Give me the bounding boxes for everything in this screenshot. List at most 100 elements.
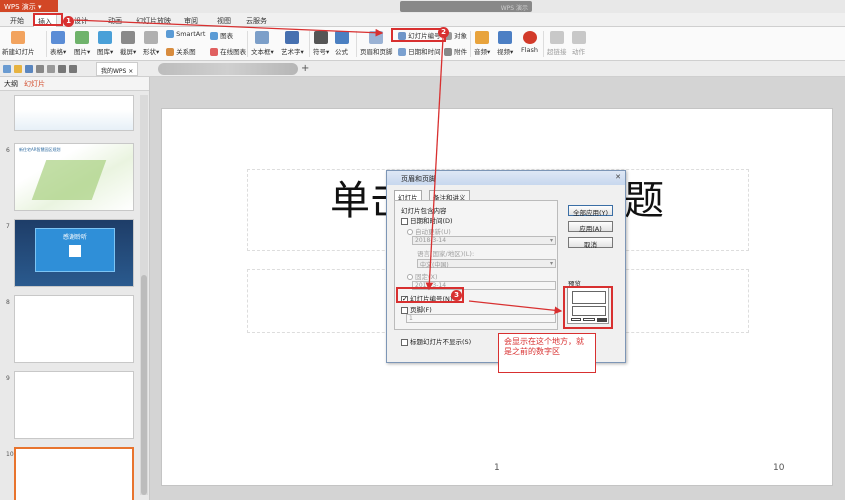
slide-thumbnail[interactable] [14, 295, 134, 363]
formula-button[interactable]: 公式 [335, 31, 349, 56]
attachment-label: 附件 [454, 48, 468, 56]
hyperlink-button[interactable]: 超链接 [547, 31, 567, 56]
document-tab-blurred[interactable] [158, 63, 298, 75]
smartart-icon [166, 30, 174, 38]
new-slide-button[interactable]: 新建幻灯片 [2, 31, 35, 56]
slide-number: 8 [6, 299, 10, 306]
datetime-button[interactable]: 日期和时间 [398, 46, 441, 56]
scrollbar-thumb[interactable] [141, 275, 147, 495]
online-chart-icon [210, 48, 218, 56]
datetime-label: 日期和时间 [408, 48, 441, 56]
my-wps-tab[interactable]: 我的WPS × [96, 62, 139, 76]
step-badge-2: 2 [438, 27, 449, 38]
app-menu-label: WPS 演示 [4, 3, 36, 11]
add-tab-icon[interactable]: + [301, 63, 311, 74]
online-chart-label: 在线图表 [220, 48, 247, 56]
audio-button[interactable]: 音频▾ [474, 31, 490, 56]
redo-icon[interactable] [69, 65, 77, 73]
tab-animation[interactable]: 动画 [104, 14, 126, 27]
sidebar-scrollbar[interactable] [140, 95, 148, 495]
screenshot-label: 截屏 [120, 48, 133, 56]
tab-home[interactable]: 开始 [6, 14, 28, 27]
tab-outline[interactable]: 大纲 [4, 80, 18, 88]
open-folder-icon[interactable] [14, 65, 22, 73]
new-file-icon[interactable] [3, 65, 11, 73]
preview-icon[interactable] [47, 65, 55, 73]
fixed-radio-dot[interactable] [407, 274, 413, 280]
app-menu-button[interactable]: WPS 演示 ▾ [0, 0, 58, 12]
slide-number: 6 [6, 147, 10, 154]
cancel-button[interactable]: 取消 [568, 237, 613, 249]
slide-thumbnail[interactable]: 感谢聆听 [14, 219, 134, 287]
gallery-button[interactable]: 图库▾ [97, 31, 113, 56]
print-icon[interactable] [36, 65, 44, 73]
hide-on-title-check[interactable] [401, 338, 408, 346]
language-select[interactable]: 中文(中国) [417, 259, 556, 269]
fixed-label: 固定(X) [415, 273, 438, 281]
slide-thumbnail-selected[interactable] [14, 447, 134, 500]
slide-number: 10 [6, 451, 14, 458]
hide-on-title-label: 标题幻灯片不显示(S) [410, 338, 472, 346]
flash-button[interactable]: Flash [521, 31, 538, 54]
slide-thumbnail[interactable] [14, 371, 134, 439]
textbox-button[interactable]: 文本框▾ [251, 31, 274, 56]
audio-icon [475, 31, 490, 44]
window-title: WPS 演示 [400, 1, 532, 12]
ribbon-separator [247, 31, 248, 57]
footer-input[interactable]: 1 [406, 314, 556, 323]
screenshot-button[interactable]: 截屏▾ [120, 31, 136, 56]
action-button[interactable]: 动作 [572, 31, 586, 56]
apply-all-button[interactable]: 全部应用(Y) [568, 205, 613, 217]
hyperlink-label: 超链接 [547, 48, 567, 56]
object-label: 对象 [454, 32, 468, 40]
ribbon-separator [470, 31, 471, 57]
smartart-button[interactable]: SmartArt [166, 30, 205, 38]
apply-button[interactable]: 应用(A) [568, 221, 613, 233]
slide-thumbnail[interactable] [14, 95, 134, 131]
tab-cloud[interactable]: 云服务 [242, 14, 271, 27]
footer-check-label: 页脚(F) [410, 306, 432, 314]
header-footer-button[interactable]: 页眉和页脚 [360, 31, 393, 56]
table-label: 表格 [50, 48, 63, 56]
formula-label: 公式 [335, 48, 348, 56]
fixed-radio[interactable]: 固定(X) [407, 271, 438, 281]
symbol-icon [314, 31, 329, 44]
shapes-button[interactable]: 形状▾ [143, 31, 159, 56]
wordart-button[interactable]: 艺术字▾ [281, 31, 304, 56]
tab-review[interactable]: 审阅 [180, 14, 202, 27]
auto-update-label: 自动更新(U) [415, 228, 451, 236]
picture-button[interactable]: 图片▾ [74, 31, 90, 56]
video-button[interactable]: 视频▾ [497, 31, 513, 56]
slide-thumbnail[interactable]: 新住宅AR智慧园区规划 [14, 143, 134, 211]
audio-label: 音频 [474, 48, 487, 56]
table-button[interactable]: 表格▾ [50, 31, 66, 56]
attachment-icon [444, 48, 452, 56]
hide-on-title-checkbox[interactable]: 标题幻灯片不显示(S) [401, 336, 471, 346]
undo-icon[interactable] [58, 65, 66, 73]
slide-number: 9 [6, 375, 10, 382]
datetime-checkbox[interactable]: 日期和时间(D) [401, 215, 453, 225]
auto-update-radio[interactable]: 自动更新(U) [407, 226, 451, 236]
relation-button[interactable]: 关系图 [166, 46, 196, 56]
footer-checkbox[interactable]: 页脚(F) [401, 304, 432, 314]
online-chart-button[interactable]: 在线图表 [210, 46, 246, 56]
gallery-label: 图库 [97, 48, 110, 56]
close-icon[interactable]: ✕ [615, 173, 621, 181]
attachment-button[interactable]: 附件 [444, 46, 467, 56]
auto-update-radio-dot[interactable] [407, 229, 413, 235]
slide-sidebar: 大纲 幻灯片 6 新住宅AR智慧园区规划 7 感谢聆听 8 9 10 [0, 77, 150, 500]
ribbon-separator [46, 31, 47, 57]
ribbon-separator [309, 31, 310, 57]
datetime-check[interactable] [401, 217, 408, 225]
formula-icon [335, 31, 349, 44]
footer-check[interactable] [401, 306, 408, 314]
tab-slideshow[interactable]: 幻灯片放映 [132, 14, 175, 27]
chart-button[interactable]: 图表 [210, 30, 233, 40]
tab-slides[interactable]: 幻灯片 [24, 80, 45, 88]
auto-date-select[interactable]: 2018-3-14 [412, 236, 556, 245]
textbox-label: 文本框 [251, 48, 271, 56]
save-icon[interactable] [25, 65, 33, 73]
symbol-button[interactable]: 符号▾ [313, 31, 329, 56]
quick-access-bar: 我的WPS × + [0, 61, 845, 77]
tab-view[interactable]: 视图 [213, 14, 235, 27]
